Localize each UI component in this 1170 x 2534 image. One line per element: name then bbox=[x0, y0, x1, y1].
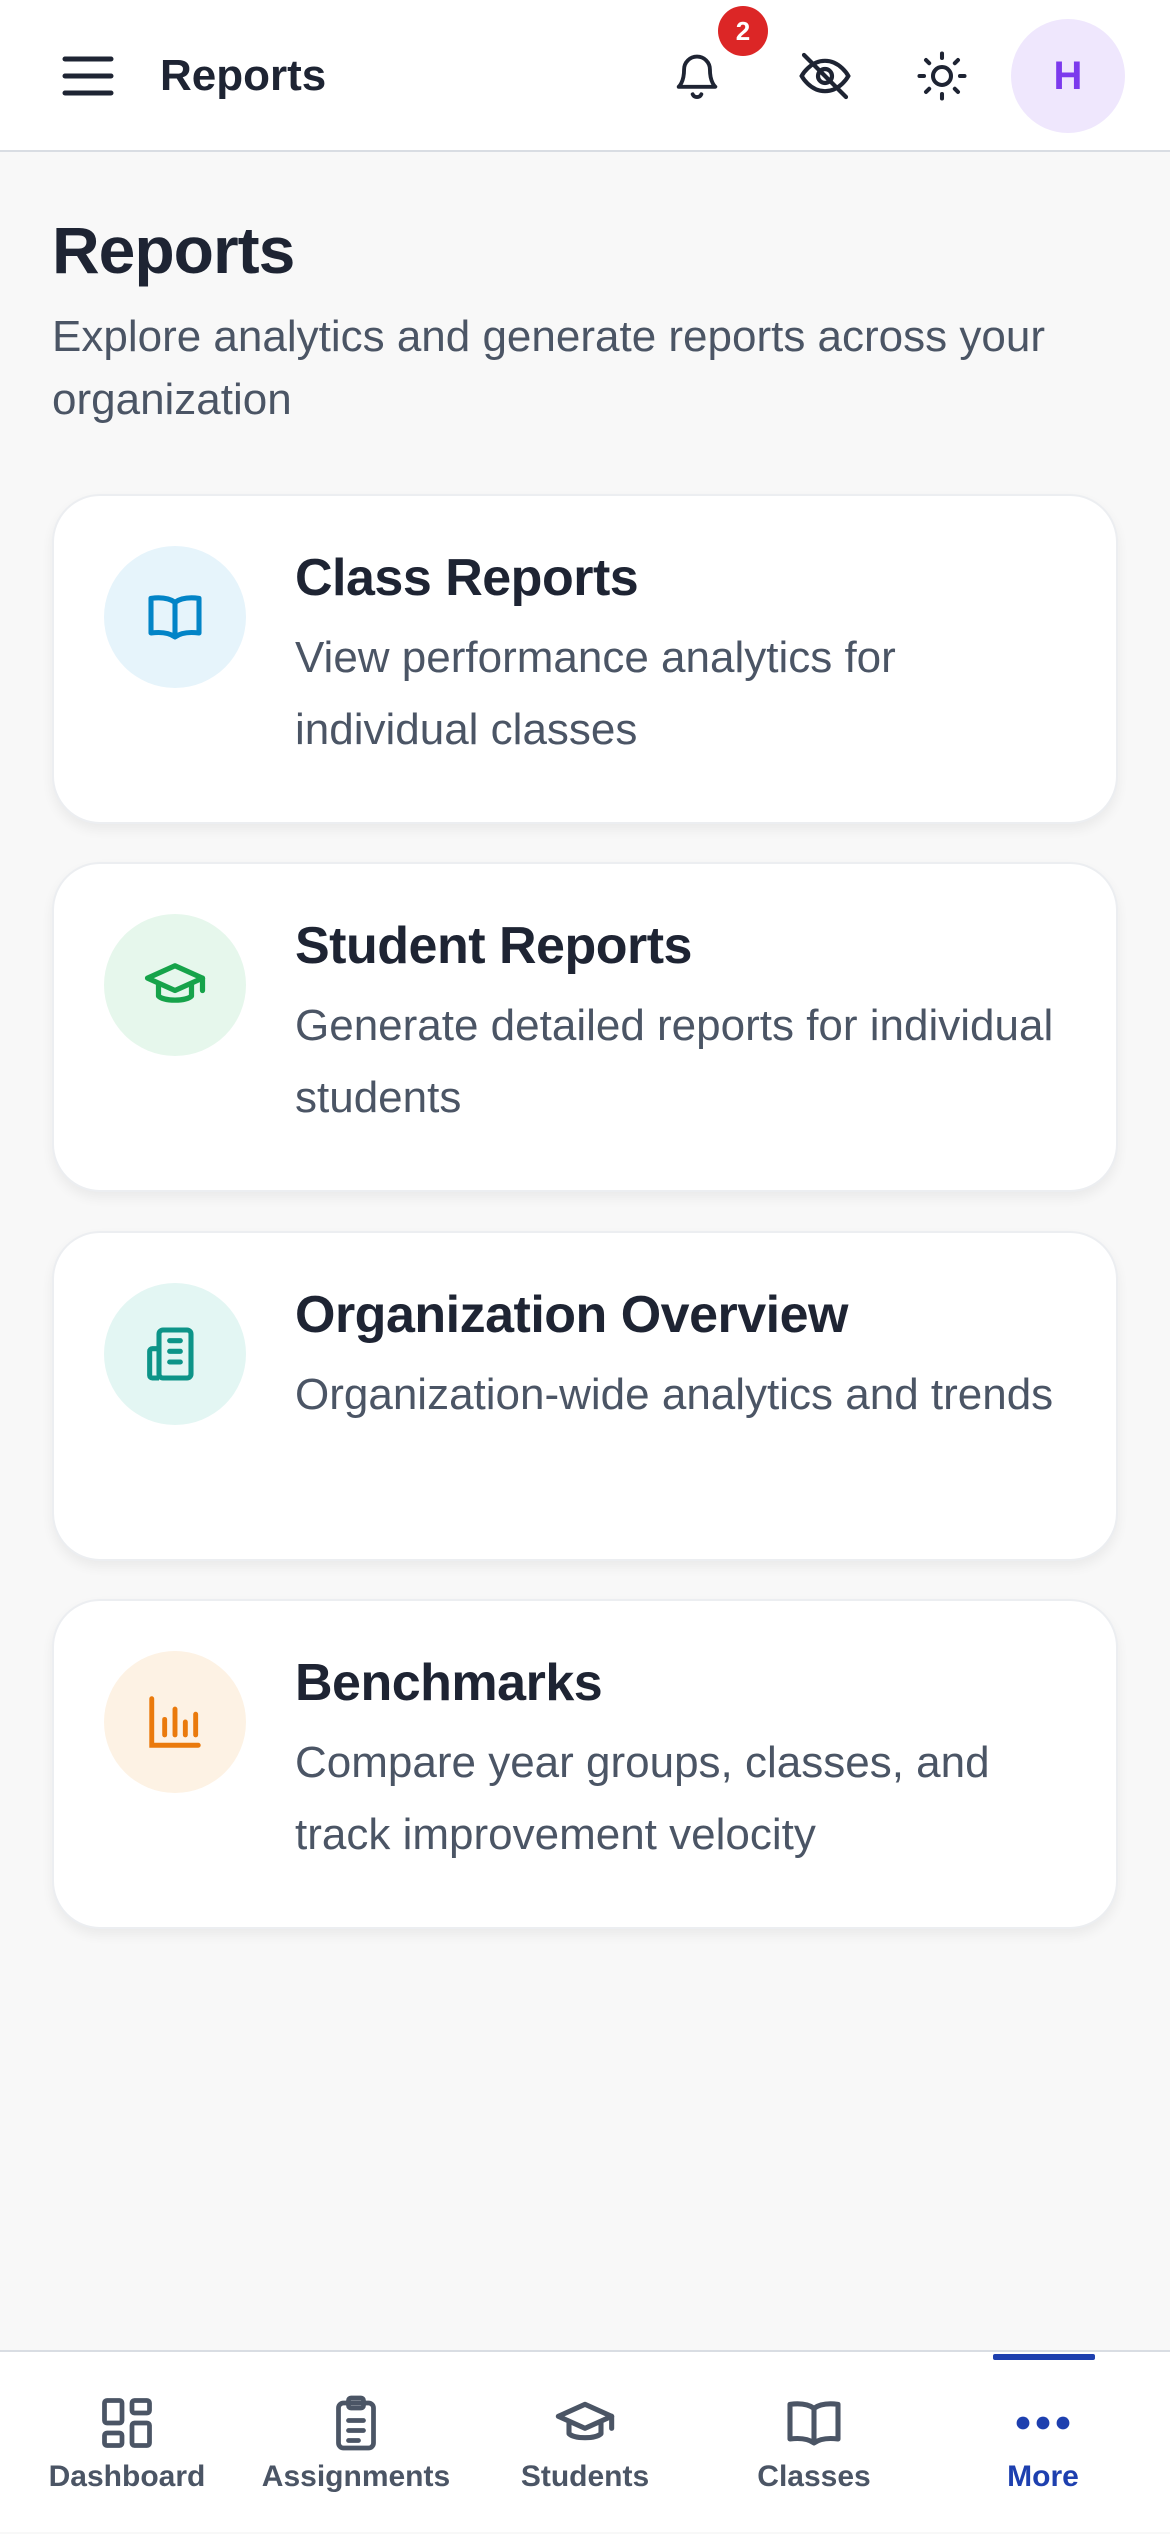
card-description: Compare year groups, classes, and track … bbox=[295, 1738, 990, 1859]
benchmarks-card[interactable]: Benchmarks Compare year groups, classes,… bbox=[52, 1599, 1118, 1929]
dashboard-icon bbox=[102, 2398, 152, 2448]
card-description: Organization-wide analytics and trends bbox=[295, 1370, 1054, 1419]
nav-item-more[interactable]: More bbox=[926, 2352, 1160, 2534]
bottom-navigation: Dashboard Assignments Students Classes M… bbox=[0, 2350, 1170, 2532]
nav-icon-wrap bbox=[316, 2388, 396, 2458]
nav-item-assignments[interactable]: Assignments bbox=[239, 2352, 473, 2534]
card-title: Student Reports bbox=[295, 917, 692, 975]
visibility-toggle-button[interactable] bbox=[785, 36, 865, 116]
sun-icon bbox=[917, 51, 967, 101]
book-open-icon bbox=[787, 2401, 841, 2446]
user-avatar[interactable]: H bbox=[1011, 19, 1125, 133]
menu-button[interactable] bbox=[56, 44, 120, 108]
app-bar-title: Reports bbox=[160, 51, 327, 100]
clipboard-icon bbox=[336, 2395, 376, 2451]
eye-off-icon bbox=[799, 52, 851, 100]
nav-label: Classes bbox=[757, 2460, 871, 2493]
card-title: Class Reports bbox=[295, 549, 639, 607]
card-icon-container bbox=[104, 914, 246, 1056]
notification-count-badge: 2 bbox=[718, 6, 768, 56]
nav-icon-wrap bbox=[774, 2388, 854, 2458]
graduation-cap-icon bbox=[555, 2401, 615, 2441]
page-title: Reports bbox=[52, 213, 295, 287]
nav-icon-wrap bbox=[87, 2388, 167, 2458]
book-open-icon bbox=[148, 595, 202, 640]
nav-label: Assignments bbox=[261, 2460, 451, 2493]
card-title: Benchmarks bbox=[295, 1654, 603, 1712]
nav-item-students[interactable]: Students bbox=[468, 2352, 702, 2534]
bar-chart-icon bbox=[149, 1696, 201, 1748]
theme-toggle-button[interactable] bbox=[902, 36, 982, 116]
card-icon-container bbox=[104, 1651, 246, 1793]
class-reports-card[interactable]: Class Reports View performance analytics… bbox=[52, 494, 1118, 824]
menu-icon bbox=[62, 56, 114, 96]
card-description: Generate detailed reports for individual… bbox=[295, 1001, 1054, 1122]
graduation-cap-icon bbox=[144, 963, 206, 1003]
nav-label: More bbox=[1007, 2460, 1079, 2493]
organization-overview-card[interactable]: Organization Overview Organization-wide … bbox=[52, 1231, 1118, 1561]
nav-item-dashboard[interactable]: Dashboard bbox=[10, 2352, 244, 2534]
card-description: View performance analytics for individua… bbox=[295, 633, 896, 754]
student-reports-card[interactable]: Student Reports Generate detailed report… bbox=[52, 862, 1118, 1192]
top-app-bar: Reports 2 H bbox=[0, 0, 1170, 152]
more-dots-icon bbox=[1016, 2416, 1070, 2430]
active-tab-indicator bbox=[993, 2354, 1095, 2360]
nav-icon-wrap bbox=[1003, 2388, 1083, 2458]
card-icon-container bbox=[104, 1283, 246, 1425]
nav-label: Dashboard bbox=[48, 2460, 206, 2493]
nav-item-classes[interactable]: Classes bbox=[697, 2352, 931, 2534]
building-icon bbox=[147, 1327, 194, 1381]
card-title: Organization Overview bbox=[295, 1286, 849, 1344]
card-icon-container bbox=[104, 546, 246, 688]
bell-icon bbox=[676, 54, 718, 99]
page-subtitle: Explore analytics and generate reports a… bbox=[52, 312, 1045, 424]
nav-label: Students bbox=[520, 2460, 650, 2493]
nav-icon-wrap bbox=[545, 2388, 625, 2458]
